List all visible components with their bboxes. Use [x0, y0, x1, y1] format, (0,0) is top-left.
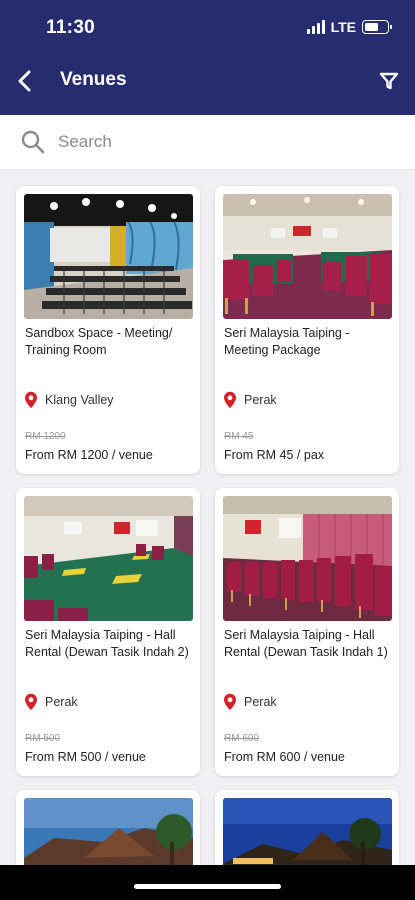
venue-old-price: RM 1200: [25, 431, 66, 442]
venue-location-label: Perak: [45, 695, 78, 709]
venue-location: Klang Valley: [24, 391, 114, 409]
venue-name: Seri Malaysia Taiping - Hall Rental (Dew…: [224, 628, 388, 659]
venue-location-label: Perak: [244, 695, 277, 709]
search-icon: [21, 130, 45, 154]
search-bar: [0, 115, 415, 170]
venue-old-price: RM 600: [224, 733, 260, 744]
status-indicators: LTE: [306, 19, 392, 35]
venue-price: From RM 500 / venue: [25, 750, 146, 764]
filter-button[interactable]: [377, 68, 401, 94]
venue-name: Sandbox Space - Meeting/ Training Room: [25, 326, 173, 357]
venue-image: [24, 496, 193, 621]
venue-card[interactable]: Seri Malaysia Taiping - Hall Rental (Dew…: [16, 488, 200, 776]
chevron-left-icon: [18, 70, 31, 92]
location-pin-icon: [224, 391, 236, 409]
battery-icon: [362, 20, 392, 34]
venue-image: [223, 194, 392, 319]
search-input[interactable]: [58, 128, 388, 156]
location-pin-icon: [25, 693, 37, 711]
venue-old-price: RM 45: [224, 431, 254, 442]
venue-image: [223, 798, 392, 865]
venue-list[interactable]: Sandbox Space - Meeting/ Training Room K…: [0, 170, 415, 865]
location-pin-icon: [25, 391, 37, 409]
location-pin-icon: [224, 693, 236, 711]
venue-name: Seri Malaysia Taiping - Meeting Package: [224, 326, 350, 357]
venue-image: [223, 496, 392, 621]
home-indicator[interactable]: [134, 884, 281, 889]
page-title: Venues: [60, 69, 127, 90]
venue-name: Seri Malaysia Taiping - Hall Rental (Dew…: [25, 628, 189, 659]
venue-price: From RM 1200 / venue: [25, 448, 153, 462]
status-time: 11:30: [46, 17, 96, 38]
venue-location: Perak: [24, 693, 78, 711]
venue-location: Perak: [223, 693, 277, 711]
venue-image: [24, 194, 193, 319]
venue-price: From RM 45 / pax: [224, 448, 325, 462]
filter-icon: [379, 72, 399, 90]
venue-card[interactable]: Seri Malaysia Taiping - Hall Rental (Dew…: [215, 488, 399, 776]
signal-icon: [306, 20, 325, 34]
back-button[interactable]: [12, 66, 38, 96]
app-header: 11:30 LTE Venues: [0, 0, 415, 115]
venue-card[interactable]: Sandbox Space - Meeting/ Training Room K…: [16, 186, 200, 474]
venue-location-label: Perak: [244, 393, 277, 407]
venue-image: [24, 798, 193, 865]
venue-old-price: RM 500: [25, 733, 61, 744]
venue-card[interactable]: Seri Malaysia Taiping - Meeting Package …: [215, 186, 399, 474]
venue-card[interactable]: [16, 790, 200, 865]
venue-location-label: Klang Valley: [45, 393, 114, 407]
venue-price: From RM 600 / venue: [224, 750, 345, 764]
venue-location: Perak: [223, 391, 277, 409]
venue-card[interactable]: [215, 790, 399, 865]
system-nav-bar: [0, 865, 415, 900]
network-label: LTE: [330, 19, 356, 35]
